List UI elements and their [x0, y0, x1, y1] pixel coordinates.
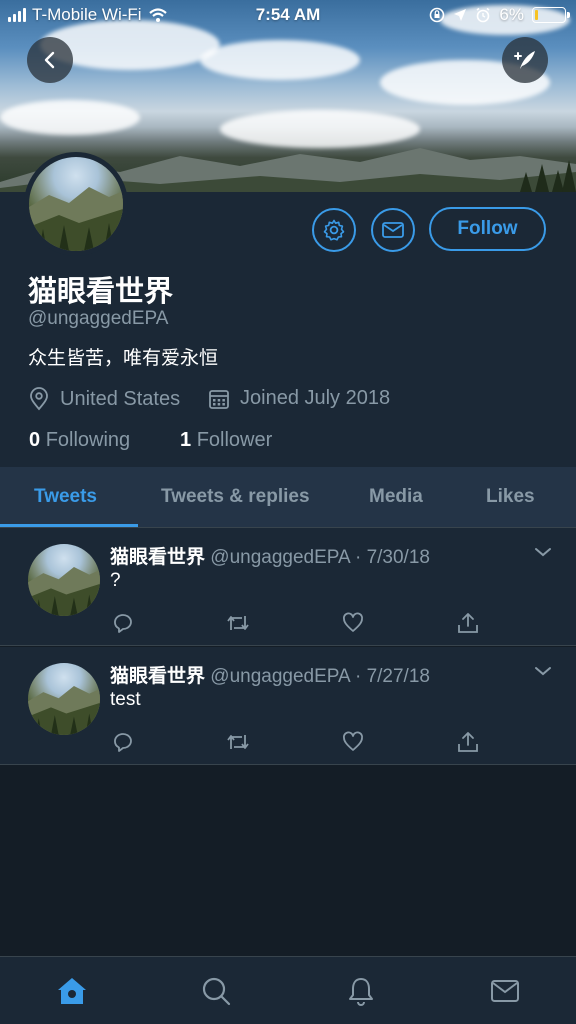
profile-handle: @ungaggedEPA [28, 308, 169, 329]
tweet-header: 猫眼看世界 @ungaggedEPA · 7/27/18 [110, 661, 430, 688]
retweet-button[interactable] [225, 729, 251, 755]
bell-icon [349, 978, 373, 1006]
location-pin-icon [30, 387, 48, 411]
chevron-left-icon [44, 51, 55, 69]
avatar-image [29, 187, 123, 251]
reply-icon [114, 733, 132, 752]
share-icon [458, 732, 478, 752]
compose-tweet-button[interactable] [502, 37, 548, 83]
tweet-author-name: 猫眼看世界 [110, 665, 206, 687]
tweet-actions [110, 610, 490, 636]
tweet-avatar[interactable] [28, 544, 100, 616]
follow-button[interactable]: Follow [429, 207, 546, 251]
reply-button[interactable] [110, 729, 136, 755]
profile-tabs: Tweets Tweets & replies Media Likes [0, 467, 576, 528]
reply-icon [114, 614, 132, 633]
back-button[interactable] [27, 37, 73, 83]
location-arrow-icon [454, 9, 467, 21]
tweet-author-name: 猫眼看世界 [110, 546, 206, 568]
search-icon [202, 977, 231, 1006]
heart-icon [343, 731, 363, 751]
home-icon [58, 978, 86, 1004]
followers-count: 1 [180, 429, 192, 451]
tweet-text: ? [110, 570, 121, 591]
share-button[interactable] [455, 729, 481, 755]
battery-percent: 6% [499, 5, 524, 24]
tab-likes[interactable]: Likes [486, 486, 535, 508]
followers-label: Follower [196, 429, 273, 451]
nav-messages[interactable] [489, 975, 521, 1007]
following-label: Following [45, 429, 131, 451]
retweet-button[interactable] [225, 610, 251, 636]
tweet-item[interactable]: 猫眼看世界 @ungaggedEPA · 7/27/18 test [0, 647, 576, 765]
tweet-meta: @ungaggedEPA · 7/27/18 [210, 666, 430, 687]
settings-button[interactable] [312, 208, 356, 252]
active-tab-indicator [0, 524, 138, 527]
message-button[interactable] [371, 208, 415, 252]
tweet-meta: @ungaggedEPA · 7/30/18 [210, 547, 430, 568]
profile-joined: Joined July 2018 [208, 387, 390, 410]
profile-avatar[interactable] [24, 152, 128, 256]
tweet-header: 猫眼看世界 @ungaggedEPA · 7/30/18 [110, 542, 430, 569]
tab-tweets[interactable]: Tweets [34, 486, 97, 508]
nav-notifications[interactable] [345, 975, 377, 1007]
chevron-down-icon[interactable] [534, 665, 552, 677]
compose-tweet-icon [514, 51, 535, 69]
share-icon [458, 613, 478, 633]
avatar-image [28, 685, 100, 735]
profile-name: 猫眼看世界 [28, 274, 174, 308]
status-right: 6% [429, 5, 570, 25]
tweet-item[interactable]: 猫眼看世界 @ungaggedEPA · 7/30/18 ? [0, 528, 576, 646]
gear-icon [323, 219, 345, 241]
reply-button[interactable] [110, 610, 136, 636]
tab-media[interactable]: Media [369, 486, 423, 508]
following-count: 0 [29, 429, 41, 451]
envelope-icon [491, 980, 519, 1002]
location-label: United States [60, 387, 181, 410]
profile-location: United States [28, 387, 180, 411]
envelope-icon [382, 222, 404, 238]
rotation-lock-icon [430, 7, 445, 23]
heart-icon [343, 612, 363, 632]
alarm-icon [476, 7, 490, 23]
chevron-down-icon[interactable] [534, 546, 552, 558]
tab-tweets-replies[interactable]: Tweets & replies [161, 486, 310, 508]
followers-stat[interactable]: 1 Follower [180, 429, 272, 452]
banner-cloud [200, 40, 360, 80]
share-button[interactable] [455, 610, 481, 636]
joined-label: Joined July 2018 [240, 387, 391, 409]
tweet-text: test [110, 689, 141, 710]
calendar-icon [209, 389, 229, 409]
avatar-image [28, 566, 100, 616]
following-stat[interactable]: 0 Following [29, 429, 130, 452]
retweet-icon [227, 616, 249, 630]
retweet-icon [227, 735, 249, 749]
status-bar: T-Mobile Wi-Fi 7:54 AM 6% [0, 0, 576, 30]
nav-home[interactable] [56, 975, 88, 1007]
like-button[interactable] [340, 729, 366, 755]
like-button[interactable] [340, 610, 366, 636]
bottom-nav [0, 956, 576, 1024]
profile-bio: 众生皆苦，唯有爱永恒 [28, 347, 219, 369]
battery-icon [532, 7, 570, 23]
nav-search[interactable] [200, 975, 232, 1007]
tweet-actions [110, 729, 490, 755]
tweet-avatar[interactable] [28, 663, 100, 735]
battery-level [535, 10, 538, 20]
banner-cloud [0, 100, 140, 135]
